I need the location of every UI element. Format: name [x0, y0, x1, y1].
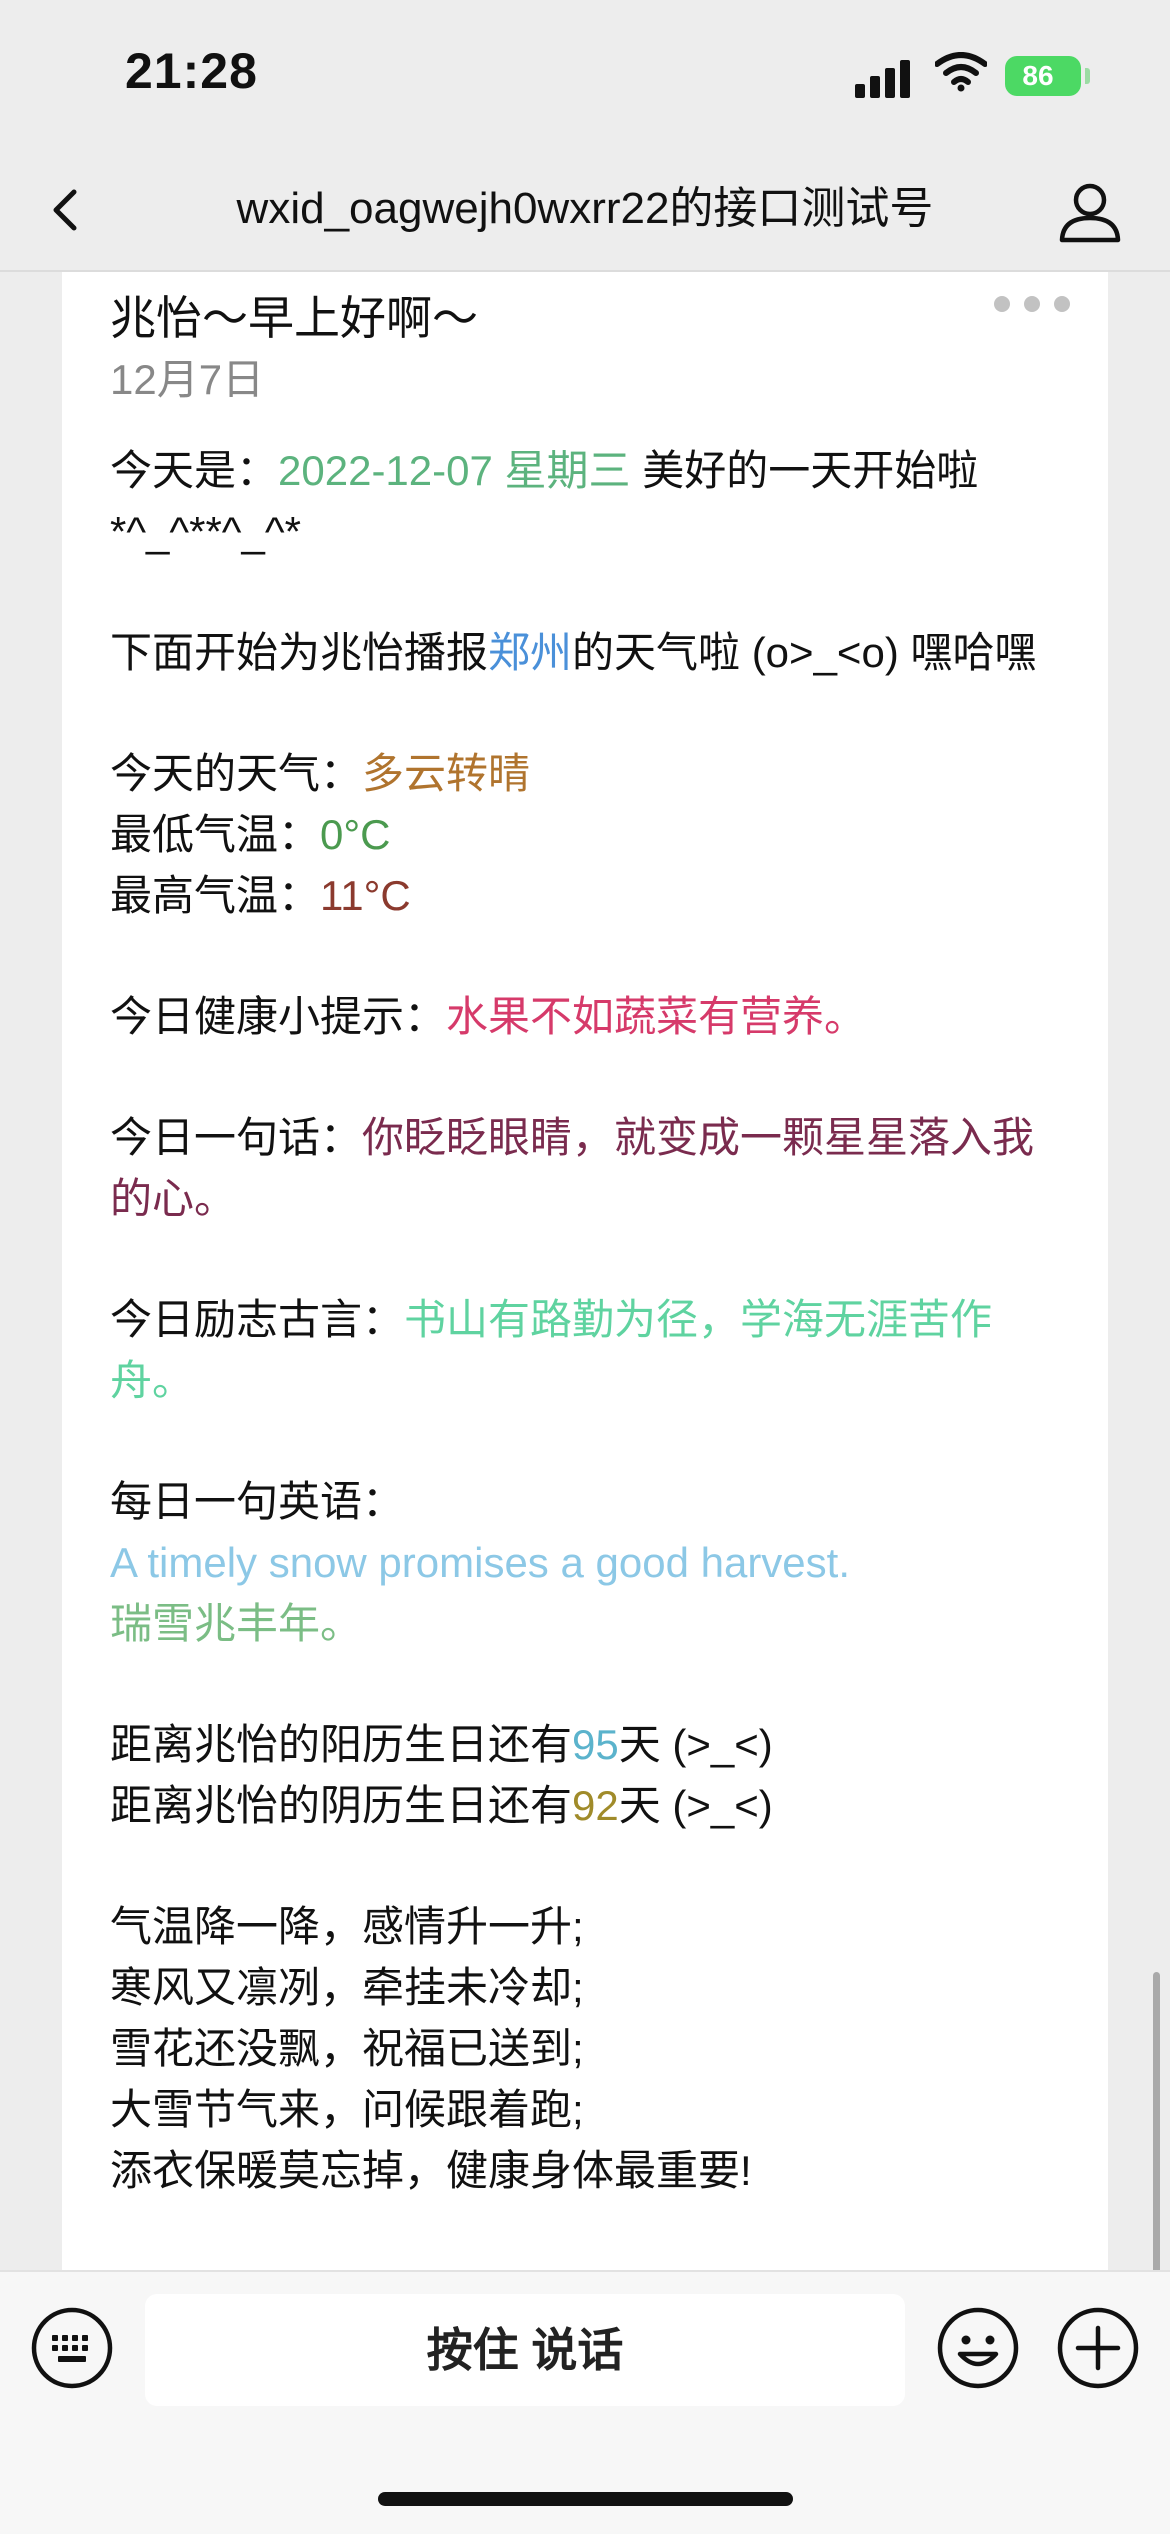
english-sentence: A timely snow promises a good harvest. [110, 1539, 851, 1586]
battery-cap [1085, 68, 1090, 84]
city-name: 郑州 [488, 629, 573, 676]
report-line: 下面开始为兆怡播报郑州的天气啦 (o>_<o) 嘿哈嘿 [110, 629, 1037, 676]
chat-area[interactable]: 兆怡～早上好啊～ 12月7日 今天是：2022-12-07 星期三 美好的一天开… [0, 272, 1170, 2270]
message-card[interactable]: 兆怡～早上好啊～ 12月7日 今天是：2022-12-07 星期三 美好的一天开… [62, 272, 1108, 2270]
poem-line: 气温降一降，感情升一升; [110, 1903, 584, 1950]
min-temp-value: 0°C [320, 811, 391, 858]
keyboard-icon[interactable] [30, 2306, 114, 2390]
birthday-block: 距离兆怡的阳历生日还有95天 (>_<) 距离兆怡的阴历生日还有92天 (>_<… [110, 1721, 773, 1829]
status-bar: 21:28 86 [0, 0, 1170, 150]
message-date: 12月7日 [110, 356, 265, 403]
poem-line: 寒风又凛冽，牵挂未冷却; [110, 1964, 584, 2011]
status-time: 21:28 [125, 43, 258, 99]
emoji-icon[interactable] [936, 2306, 1020, 2390]
poem-block: 气温降一降，感情升一升; 寒风又凛冽，牵挂未冷却; 雪花还没飘，祝福已送到; 大… [110, 1896, 1060, 2201]
cellular-signal-icon [855, 58, 915, 98]
health-tip-line: 今日健康小提示：水果不如蔬菜有营养。 [110, 993, 867, 1040]
english-translation: 瑞雪兆丰年。 [110, 1600, 363, 1647]
wifi-icon [935, 52, 987, 92]
poem-line: 雪花还没飘，祝福已送到; [110, 2025, 584, 2072]
chat-title: wxid_oagwejh0wxrr22的接口测试号 [236, 184, 934, 233]
max-temp-value: 11°C [320, 872, 411, 919]
battery-level: 86 [1022, 60, 1054, 91]
today-date: 2022-12-07 星期三 [278, 447, 631, 494]
health-tip-value: 水果不如蔬菜有营养。 [446, 993, 867, 1040]
nav-bar: wxid_oagwejh0wxrr22的接口测试号 [0, 150, 1170, 272]
scrollbar[interactable] [1153, 1972, 1160, 2270]
more-icon[interactable] [994, 282, 1074, 322]
message-body: 今天是：2022-12-07 星期三 美好的一天开始啦*^_^**^_^* 下面… [110, 440, 1060, 2201]
chevron-left-icon[interactable] [40, 180, 90, 240]
solar-birthday-days: 95 [572, 1721, 619, 1768]
weather-block: 今天的天气：多云转晴 最低气温：0°C 最高气温：11°C [110, 750, 531, 919]
poem-line: 添衣保暖莫忘掉，健康身体最重要! [110, 2147, 752, 2194]
today-line: 今天是：2022-12-07 星期三 美好的一天开始啦*^_^**^_^* [110, 447, 979, 555]
motto-line: 今日励志古言：书山有路勤为径，学海无涯苦作舟。 [110, 1296, 993, 1404]
hold-to-talk-button[interactable]: 按住 说话 [145, 2294, 905, 2406]
weather-value: 多云转晴 [362, 750, 531, 797]
user-icon[interactable] [1055, 180, 1125, 244]
battery-icon: 86 [1005, 56, 1081, 96]
message-title: 兆怡～早上好啊～ [110, 292, 478, 344]
plus-icon[interactable] [1056, 2306, 1140, 2390]
poem-line: 大雪节气来，问候跟着跑; [110, 2086, 584, 2133]
home-indicator[interactable] [378, 2492, 793, 2506]
lunar-birthday-days: 92 [572, 1782, 619, 1829]
daily-sentence-line: 今日一句话：你眨眨眼睛，就变成一颗星星落入我的心。 [110, 1114, 1035, 1222]
english-block: 每日一句英语： A timely snow promises a good ha… [110, 1478, 851, 1647]
